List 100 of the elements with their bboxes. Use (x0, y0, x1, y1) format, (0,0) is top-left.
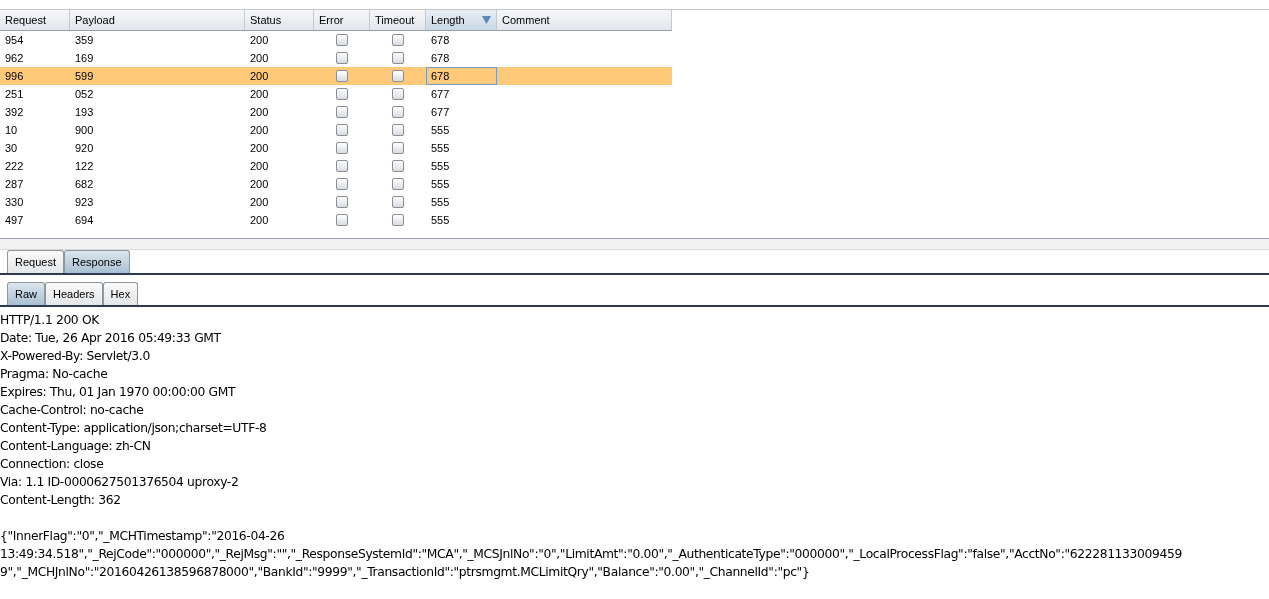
tab[interactable]: Response (64, 250, 130, 273)
table-row[interactable]: 30 920 200 555 (0, 139, 672, 157)
table-row[interactable]: 251 052 200 677 (0, 85, 672, 103)
tab[interactable]: Request (7, 250, 64, 273)
table-cell: 555 (431, 178, 450, 190)
table-cell: 200 (250, 70, 269, 82)
checkbox[interactable] (336, 124, 348, 136)
checkbox[interactable] (392, 52, 404, 64)
header-line: Content-Type: application/json;charset=UTF-8 (0, 420, 268, 437)
table-cell: 200 (250, 142, 269, 154)
checkbox[interactable] (336, 52, 348, 64)
table-cell: 200 (250, 52, 269, 64)
body-line: {"InnerFlag":"0","_MCHTimestamp":"2016-04-26 (0, 528, 286, 545)
checkbox[interactable] (336, 196, 348, 208)
table-cell: 392 (5, 106, 24, 118)
table-row[interactable]: 996 599 200 678 (0, 67, 672, 85)
table-cell: 251 (5, 88, 24, 100)
table-cell: 677 (431, 106, 450, 118)
table-row[interactable]: 10 900 200 555 (0, 121, 672, 139)
checkbox[interactable] (336, 70, 348, 82)
table-row[interactable]: 222 122 200 555 (0, 157, 672, 175)
table-cell: 222 (5, 160, 24, 172)
column-header[interactable]: Payload (70, 10, 245, 30)
header-line: Via: 1.1 ID-0000627501376504 uproxy-2 (0, 474, 240, 491)
table-cell: 954 (5, 34, 24, 46)
sort-descending-icon (482, 16, 491, 24)
header-line: X-Powered-By: Servlet/3.0 (0, 348, 151, 365)
table-cell: 555 (431, 160, 450, 172)
header-line: Pragma: No-cache (0, 366, 109, 383)
table-row[interactable]: 287 682 200 555 (0, 175, 672, 193)
checkbox[interactable] (336, 34, 348, 46)
header-line: Date: Tue, 26 Apr 2016 05:49:33 GMT (0, 330, 222, 347)
table-cell: 996 (5, 70, 24, 82)
column-header[interactable]: Status (245, 10, 314, 30)
table-cell: 555 (431, 196, 450, 208)
checkbox[interactable] (392, 70, 404, 82)
checkbox[interactable] (336, 88, 348, 100)
table-cell: 200 (250, 160, 269, 172)
table-cell: 694 (75, 214, 94, 226)
header-line: HTTP/1.1 200 OK (0, 312, 100, 329)
table-cell: 200 (250, 124, 269, 136)
table-cell: 330 (5, 196, 24, 208)
table-cell: 200 (250, 214, 269, 226)
header-line: Content-Length: 362 (0, 492, 122, 509)
table-cell: 682 (75, 178, 94, 190)
checkbox[interactable] (392, 124, 404, 136)
table-cell: 920 (75, 142, 94, 154)
tab[interactable]: Headers (45, 282, 103, 305)
checkbox[interactable] (392, 142, 404, 154)
checkbox[interactable] (336, 106, 348, 118)
table-cell: 30 (5, 142, 18, 154)
checkbox[interactable] (392, 106, 404, 118)
table-cell: 200 (250, 106, 269, 118)
column-header[interactable]: Request (0, 10, 70, 30)
table-cell: 200 (250, 178, 269, 190)
table-cell: 678 (431, 52, 450, 64)
checkbox[interactable] (336, 160, 348, 172)
table-cell: 122 (75, 160, 94, 172)
table-cell: 193 (75, 106, 94, 118)
table-cell: 962 (5, 52, 24, 64)
checkbox[interactable] (336, 142, 348, 154)
table-row[interactable]: 954 359 200 678 (0, 31, 672, 49)
checkbox[interactable] (336, 178, 348, 190)
checkbox[interactable] (336, 214, 348, 226)
checkbox[interactable] (392, 34, 404, 46)
table-cell: 169 (75, 52, 94, 64)
table-cell: 555 (431, 124, 450, 136)
header-line: Content-Language: zh-CN (0, 438, 152, 455)
column-header[interactable]: Comment (497, 10, 672, 30)
checkbox[interactable] (392, 178, 404, 190)
table-row[interactable]: 392 193 200 677 (0, 103, 672, 121)
column-header[interactable]: Error (314, 10, 370, 30)
table-cell: 923 (75, 196, 94, 208)
table-cell: 200 (250, 196, 269, 208)
body-line: 13:49:34.518","_RejCode":"000000","_RejMsg":"","_ResponseSystemId":"MCA","_MCSJnlNo":"0","LimitAmt":"0.00","_AuthenticateType":"000000","_LocalProcessFlag":"false","AcctNo":"622281133009459 (0, 546, 1183, 563)
checkbox[interactable] (392, 214, 404, 226)
header-line: Expires: Thu, 01 Jan 1970 00:00:00 GMT (0, 384, 237, 401)
table-cell: 677 (431, 88, 450, 100)
table-cell: 497 (5, 214, 24, 226)
table-cell: 555 (431, 214, 450, 226)
checkbox[interactable] (392, 196, 404, 208)
table-row[interactable]: 497 694 200 555 (0, 211, 672, 229)
table-cell: 200 (250, 34, 269, 46)
column-header[interactable]: Length (426, 10, 497, 30)
table-cell: 200 (250, 88, 269, 100)
tab[interactable]: Raw (7, 282, 45, 305)
table-cell: 052 (75, 88, 94, 100)
checkbox[interactable] (392, 160, 404, 172)
table-cell: 555 (431, 142, 450, 154)
header-line: Cache-Control: no-cache (0, 402, 145, 419)
table-cell: 900 (75, 124, 94, 136)
header-line: Connection: close (0, 456, 105, 473)
table-row[interactable]: 330 923 200 555 (0, 193, 672, 211)
table-cell: 678 (431, 34, 450, 46)
checkbox[interactable] (392, 88, 404, 100)
tab[interactable]: Hex (102, 282, 139, 305)
body-line: 9","_MCHJnlNo":"20160426138596878000","BankId":"9999","_TransactionId":"ptrsmgmt.MCLimitQry","Balance":"0.00","_ChannelId":"pc"} (0, 564, 811, 581)
table-row[interactable]: 962 169 200 678 (0, 49, 672, 67)
table-cell: 599 (75, 70, 94, 82)
table-cell: 678 (431, 70, 450, 82)
